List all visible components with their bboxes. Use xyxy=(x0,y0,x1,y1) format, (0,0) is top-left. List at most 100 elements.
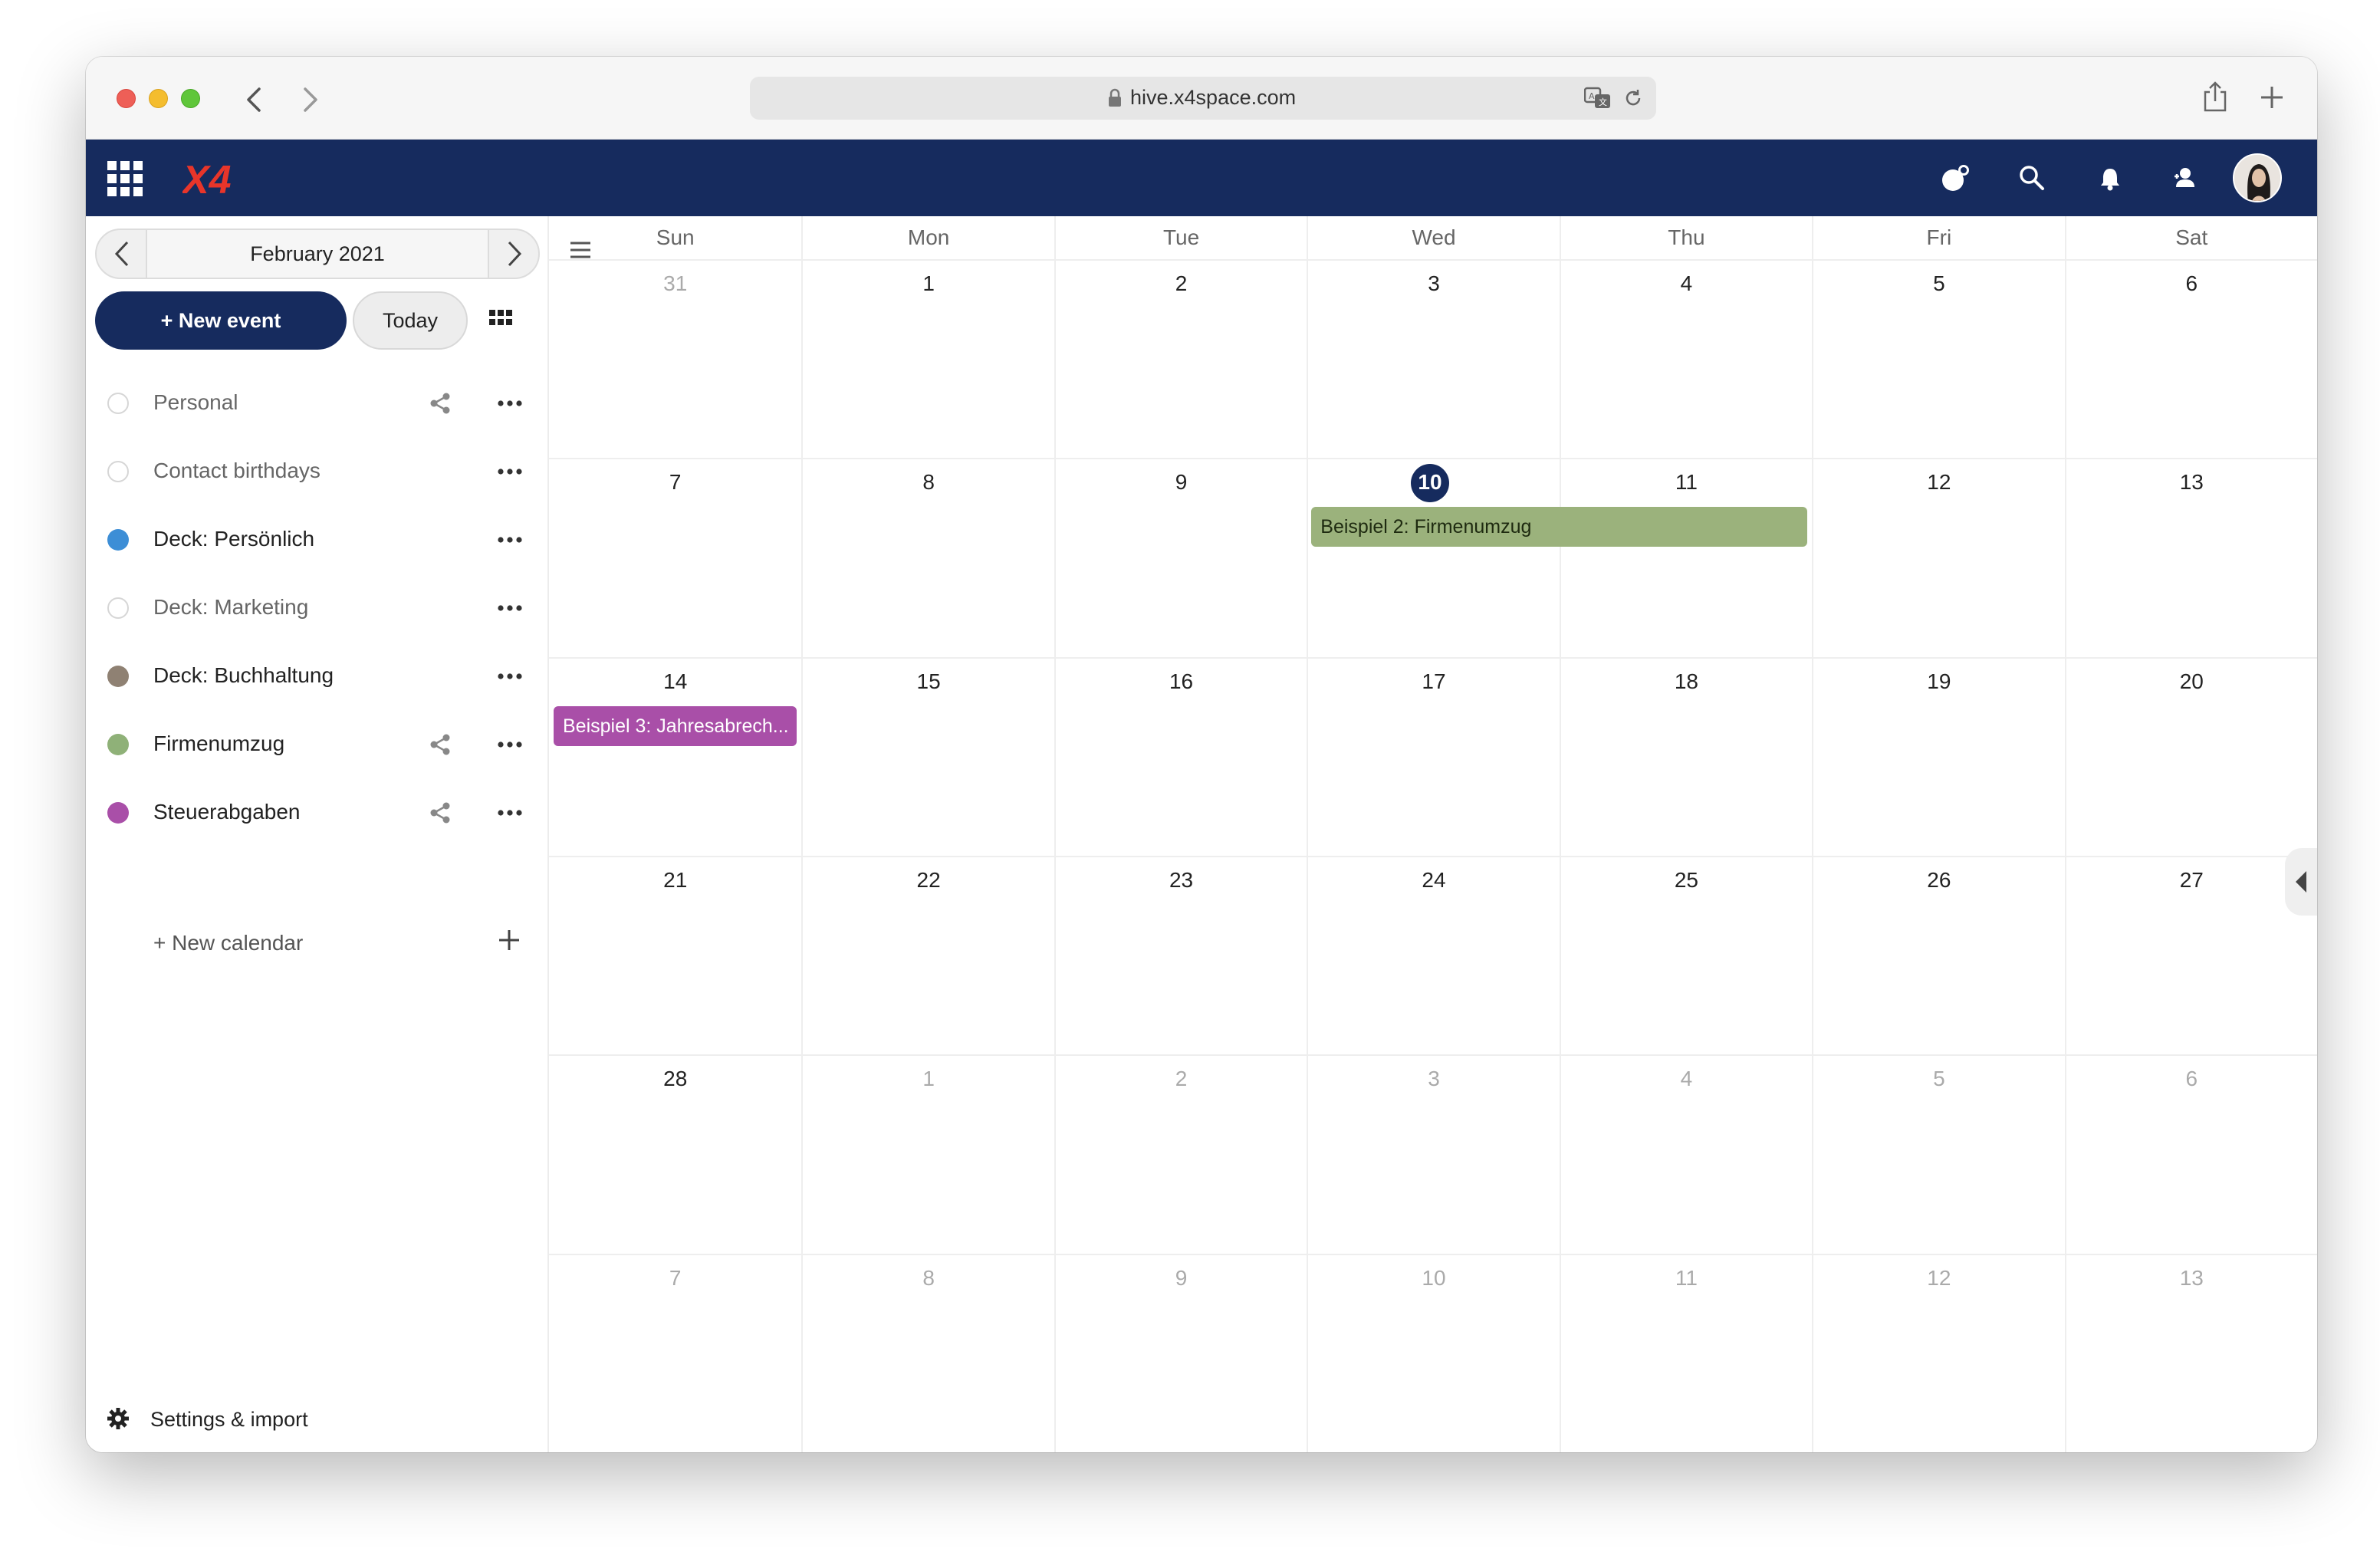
day-number[interactable]: 15 xyxy=(803,669,1054,694)
day-number[interactable]: 27 xyxy=(2066,868,2317,893)
day-cell[interactable]: 7 xyxy=(549,1253,802,1452)
day-number[interactable]: 16 xyxy=(1056,669,1307,694)
calendar-toggle-checkbox[interactable] xyxy=(107,666,129,687)
day-cell[interactable]: 12 xyxy=(1812,458,2065,657)
day-number[interactable]: 4 xyxy=(1561,1067,1812,1091)
day-number[interactable]: 9 xyxy=(1056,470,1307,495)
day-cell[interactable]: 5 xyxy=(1812,1054,2065,1254)
share-icon[interactable] xyxy=(428,732,452,757)
calendar-toggle-checkbox[interactable] xyxy=(107,597,129,619)
reload-icon[interactable] xyxy=(1622,87,1644,109)
day-number[interactable]: 21 xyxy=(549,868,801,893)
day-cell[interactable]: 23 xyxy=(1054,856,1307,1055)
day-number[interactable]: 13 xyxy=(2066,470,2317,495)
day-cell[interactable]: 17 xyxy=(1307,656,1560,856)
day-number[interactable]: 6 xyxy=(2066,271,2317,296)
day-number[interactable]: 23 xyxy=(1056,868,1307,893)
day-number[interactable]: 12 xyxy=(1813,1266,2064,1291)
calendar-item[interactable]: Steuerabgaben xyxy=(86,779,549,847)
day-number[interactable]: 13 xyxy=(2066,1266,2317,1291)
day-cell[interactable]: 8 xyxy=(801,458,1054,657)
day-number[interactable]: 24 xyxy=(1308,868,1559,893)
calendar-item[interactable]: Deck: Persönlich xyxy=(86,506,549,574)
day-number[interactable]: 10 xyxy=(1300,470,1559,495)
share-icon[interactable] xyxy=(2202,80,2228,113)
calendar-toggle-checkbox[interactable] xyxy=(107,461,129,482)
calendar-item[interactable]: Contact birthdays xyxy=(86,438,549,505)
minimize-window-button[interactable] xyxy=(149,89,168,108)
day-number[interactable]: 20 xyxy=(2066,669,2317,694)
day-cell[interactable]: 15 xyxy=(801,656,1054,856)
day-number[interactable]: 11 xyxy=(1561,470,1812,495)
more-options-icon[interactable] xyxy=(497,669,523,684)
calendar-item[interactable]: Deck: Buchhaltung xyxy=(86,643,549,710)
day-number[interactable]: 10 xyxy=(1308,1266,1559,1291)
day-cell[interactable]: 5 xyxy=(1812,259,2065,459)
share-icon[interactable] xyxy=(428,801,452,825)
bell-icon[interactable] xyxy=(2095,163,2125,193)
search-icon[interactable] xyxy=(2017,163,2047,193)
day-cell[interactable]: 21 xyxy=(549,856,802,1054)
day-number[interactable]: 28 xyxy=(549,1067,801,1091)
day-cell[interactable]: 20 xyxy=(2064,656,2317,856)
day-cell[interactable]: 7 xyxy=(549,458,802,656)
day-number[interactable]: 31 xyxy=(549,271,801,296)
day-cell[interactable]: 10 xyxy=(1307,1253,1560,1452)
day-number[interactable]: 2 xyxy=(1056,271,1307,296)
day-cell[interactable]: 4 xyxy=(1559,1054,1813,1254)
calendar-toggle-checkbox[interactable] xyxy=(107,734,129,755)
day-cell[interactable]: 26 xyxy=(1812,856,2065,1055)
day-number[interactable]: 7 xyxy=(549,470,801,495)
day-number[interactable]: 5 xyxy=(1813,271,2064,296)
month-label[interactable]: February 2021 xyxy=(147,230,488,278)
calendar-event[interactable]: Beispiel 3: Jahresabrech... xyxy=(554,705,797,746)
dashboard-icon[interactable] xyxy=(1940,163,1971,193)
back-icon[interactable] xyxy=(239,84,270,115)
day-number[interactable]: 4 xyxy=(1561,271,1812,296)
more-options-icon[interactable] xyxy=(497,532,523,547)
day-cell[interactable]: 2 xyxy=(1054,259,1307,459)
day-number[interactable]: 5 xyxy=(1813,1067,2064,1091)
previous-month-button[interactable] xyxy=(97,230,147,278)
day-number[interactable]: 3 xyxy=(1308,1067,1559,1091)
day-cell[interactable]: 11 xyxy=(1559,458,1813,657)
day-cell[interactable]: 1 xyxy=(801,259,1054,459)
calendar-toggle-checkbox[interactable] xyxy=(107,802,129,824)
new-calendar-link[interactable]: + New calendar xyxy=(153,931,303,955)
day-number[interactable]: 25 xyxy=(1561,868,1812,893)
day-cell[interactable]: 14 xyxy=(549,656,802,856)
day-cell[interactable]: 6 xyxy=(2064,1054,2317,1254)
day-cell[interactable]: 1 xyxy=(801,1054,1054,1254)
day-cell[interactable]: 28 xyxy=(549,1054,802,1253)
day-number[interactable]: 26 xyxy=(1813,868,2064,893)
x4-logo[interactable]: X4 xyxy=(180,158,273,202)
day-cell[interactable]: 13 xyxy=(2064,458,2317,657)
view-switcher-icon[interactable] xyxy=(489,308,512,331)
day-number[interactable]: 12 xyxy=(1813,470,2064,495)
day-cell[interactable]: 11 xyxy=(1559,1253,1813,1452)
day-number[interactable]: 9 xyxy=(1056,1266,1307,1291)
day-cell[interactable]: 12 xyxy=(1812,1253,2065,1452)
day-cell[interactable]: 24 xyxy=(1307,856,1560,1055)
collapse-details-button[interactable] xyxy=(2285,848,2317,916)
day-cell[interactable]: 18 xyxy=(1559,656,1813,856)
new-tab-icon[interactable] xyxy=(2259,84,2285,110)
plus-icon[interactable] xyxy=(497,928,521,952)
settings-import-button[interactable]: Settings & import xyxy=(106,1403,413,1434)
day-cell[interactable]: 9 xyxy=(1054,1253,1307,1452)
close-window-button[interactable] xyxy=(117,89,136,108)
day-cell[interactable]: 25 xyxy=(1559,856,1813,1055)
day-cell[interactable]: 8 xyxy=(801,1253,1054,1452)
calendar-item[interactable]: Deck: Marketing xyxy=(86,574,549,642)
day-number[interactable]: 14 xyxy=(549,669,801,694)
day-number[interactable]: 11 xyxy=(1561,1266,1812,1291)
day-number[interactable]: 18 xyxy=(1561,669,1812,694)
day-cell[interactable]: 3 xyxy=(1307,1054,1560,1254)
day-number[interactable]: 3 xyxy=(1308,271,1559,296)
calendar-event[interactable]: Beispiel 2: Firmenumzug xyxy=(1311,507,1808,547)
day-cell[interactable]: 10 xyxy=(1307,458,1560,657)
day-cell[interactable]: 13 xyxy=(2064,1253,2317,1452)
zoom-window-button[interactable] xyxy=(181,89,200,108)
day-cell[interactable]: 31 xyxy=(549,259,802,458)
more-options-icon[interactable] xyxy=(497,737,523,752)
